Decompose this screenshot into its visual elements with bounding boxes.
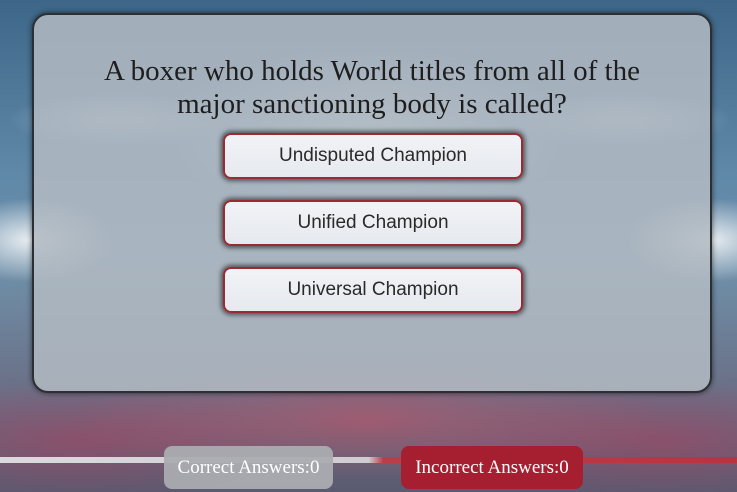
incorrect-answers-counter: Incorrect Answers:0 — [401, 446, 583, 489]
answer-button-2[interactable]: Unified Champion — [223, 200, 523, 246]
question-text: A boxer who holds World titles from all … — [104, 55, 640, 120]
answer-button-1[interactable]: Undisputed Champion — [223, 133, 523, 179]
answer-button-3[interactable]: Universal Champion — [223, 267, 523, 313]
correct-answers-counter: Correct Answers:0 — [164, 446, 333, 489]
quiz-card: A boxer who holds World titles from all … — [32, 13, 712, 393]
ring-rope — [0, 457, 737, 463]
